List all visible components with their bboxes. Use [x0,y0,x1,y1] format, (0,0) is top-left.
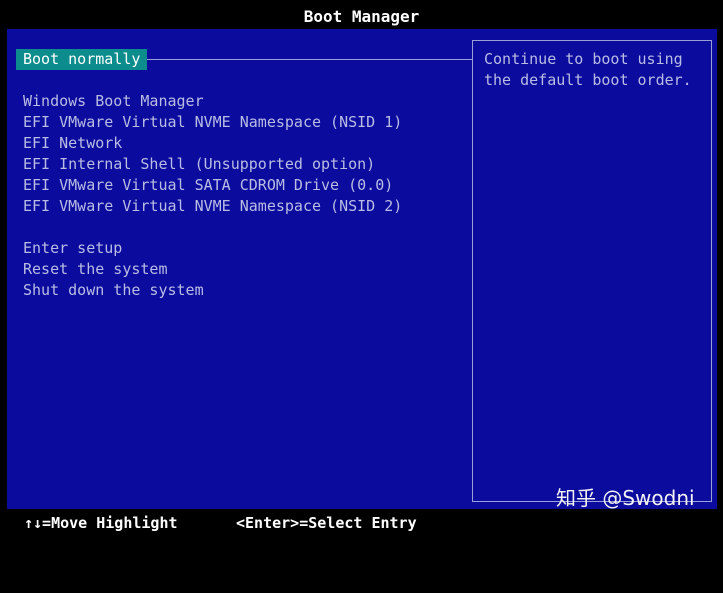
menu-item-enter-setup[interactable]: Enter setup [23,238,122,259]
menu-item-shut-down[interactable]: Shut down the system [23,280,204,301]
watermark: 知乎 @Swodni [556,486,695,510]
help-text-line: the default boot order. [484,71,692,89]
title-bar: Boot Manager [0,0,723,29]
help-frame [472,40,712,502]
menu-item-efi-network[interactable]: EFI Network [23,133,122,154]
menu-item-boot-normally[interactable]: Boot normally [16,49,148,70]
select-entry-hint: <Enter>=Select Entry [236,514,417,532]
menu-item-nvme-nsid2[interactable]: EFI VMware Virtual NVME Namespace (NSID … [23,196,402,217]
selection-connector-line [147,59,472,60]
key-hints-bar: ↑↓=Move Highlight <Enter>=Select Entry [0,509,723,532]
menu-item-nvme-nsid1[interactable]: EFI VMware Virtual NVME Namespace (NSID … [23,112,402,133]
menu-item-efi-internal-shell[interactable]: EFI Internal Shell (Unsupported option) [23,154,375,175]
help-text-line: Continue to boot using [484,50,683,68]
move-highlight-hint: ↑↓=Move Highlight [24,514,178,532]
menu-item-reset-system[interactable]: Reset the system [23,259,168,280]
menu-item-sata-cdrom[interactable]: EFI VMware Virtual SATA CDROM Drive (0.0… [23,175,393,196]
page-title: Boot Manager [303,7,420,26]
menu-item-windows-boot-manager[interactable]: Windows Boot Manager [23,91,204,112]
boot-manager-panel: Boot normally Windows Boot Manager EFI V… [7,29,717,509]
